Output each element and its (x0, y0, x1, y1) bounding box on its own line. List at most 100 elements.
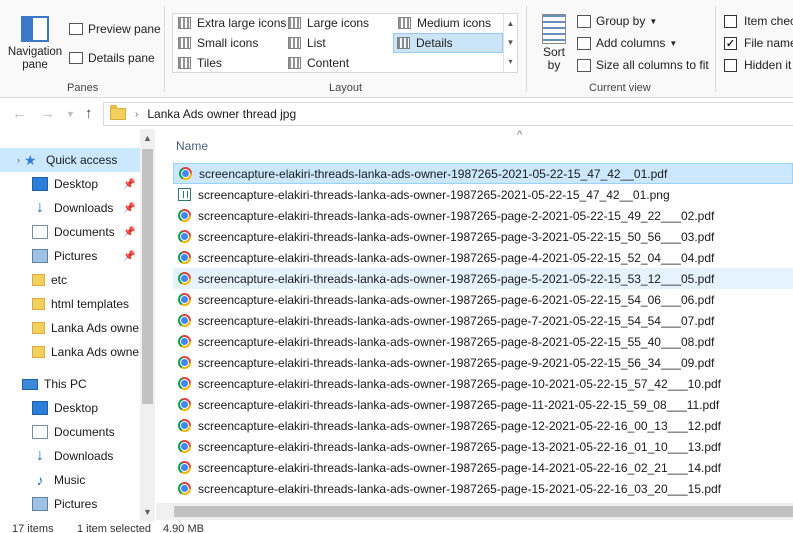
folder-icon (110, 105, 126, 120)
add-columns-button[interactable]: Add columns ▼ (577, 33, 677, 53)
nav-quick-lanka-ads-2[interactable]: Lanka Ads owne (0, 340, 140, 364)
file-row[interactable]: screencapture-elakiri-threads-lanka-ads-… (173, 415, 793, 436)
file-list-horizontal-scrollbar[interactable] (156, 503, 793, 520)
nav-pc-documents[interactable]: Documents (0, 420, 140, 444)
file-name: screencapture-elakiri-threads-lanka-ads-… (198, 313, 715, 328)
details-pane-button[interactable]: Details pane (69, 48, 155, 68)
size-columns-icon (577, 58, 591, 72)
dropdown-arrow-icon: ▼ (669, 38, 678, 48)
layout-item-label: Details (416, 36, 453, 50)
navigation-pane-button[interactable]: Navigation pane (6, 12, 64, 76)
nav-this-pc[interactable]: This PC (0, 372, 140, 396)
layout-tiles[interactable]: Tiles (175, 54, 225, 72)
status-size: 4.90 MB (163, 523, 204, 533)
file-row[interactable]: screencapture-elakiri-threads-lanka-ads-… (173, 205, 793, 226)
nav-quick-html-templates[interactable]: html templates (0, 292, 140, 316)
gallery-up-icon[interactable]: ▲ (504, 14, 517, 33)
downloads-icon: ↓ (36, 199, 44, 216)
desktop-icon (32, 177, 48, 191)
nav-quick-lanka-ads-1[interactable]: Lanka Ads owne (0, 316, 140, 340)
layout-medium-icons[interactable]: Medium icons (395, 14, 494, 32)
scroll-up-icon[interactable]: ▲ (140, 133, 155, 143)
chrome-pdf-icon (178, 272, 191, 285)
preview-pane-button[interactable]: Preview pane (69, 19, 161, 39)
scrollbar-thumb[interactable] (142, 149, 153, 404)
folder-icon (32, 322, 45, 334)
up-arrow-icon[interactable]: ↑ (85, 105, 93, 122)
file-row[interactable]: screencapture-elakiri-threads-lanka-ads-… (173, 268, 793, 289)
star-icon: ★ (24, 152, 37, 168)
address-field[interactable]: › Lanka Ads owner thread jpg (103, 102, 793, 126)
file-row[interactable]: screencapture-elakiri-threads-lanka-ads-… (173, 289, 793, 310)
file-row[interactable]: screencapture-elakiri-threads-lanka-ads-… (173, 163, 793, 184)
file-row[interactable]: screencapture-elakiri-threads-lanka-ads-… (173, 310, 793, 331)
layout-details[interactable]: Details (393, 33, 503, 53)
file-row[interactable]: screencapture-elakiri-threads-lanka-ads-… (173, 436, 793, 457)
layout-item-label: Tiles (197, 56, 222, 70)
size-all-columns-button[interactable]: Size all columns to fit (577, 55, 709, 75)
file-row[interactable]: screencapture-elakiri-threads-lanka-ads-… (173, 226, 793, 247)
status-item-count: 17 items (12, 523, 54, 533)
nav-item-label: Downloads (54, 201, 114, 215)
chrome-pdf-icon (178, 293, 191, 306)
breadcrumb-chevron-icon[interactable]: › (135, 109, 138, 120)
file-row[interactable]: screencapture-elakiri-threads-lanka-ads-… (173, 373, 793, 394)
panes-group-label: Panes (67, 82, 99, 94)
layout-content[interactable]: Content (285, 54, 352, 72)
file-row[interactable]: screencapture-elakiri-threads-lanka-ads-… (173, 184, 793, 205)
nav-pc-downloads[interactable]: ↓ Downloads (0, 444, 140, 468)
gallery-expand-icon[interactable]: ▾ (504, 52, 517, 71)
recent-locations-icon[interactable]: ▼ (66, 109, 75, 119)
breadcrumb-current-folder[interactable]: Lanka Ads owner thread jpg (147, 107, 296, 121)
scroll-down-icon[interactable]: ▼ (140, 507, 155, 517)
checkbox-checked-icon: ✓ (724, 36, 737, 50)
chrome-pdf-icon (178, 314, 191, 327)
nav-quick-documents[interactable]: Documents 📌 (0, 220, 140, 244)
nav-pc-pictures[interactable]: Pictures (0, 492, 140, 516)
address-bar-row: ← → ▼ ↑ › Lanka Ads owner thread jpg (0, 99, 793, 129)
file-row[interactable]: screencapture-elakiri-threads-lanka-ads-… (173, 331, 793, 352)
column-header-name[interactable]: Name (176, 139, 208, 153)
file-row[interactable]: screencapture-elakiri-threads-lanka-ads-… (173, 457, 793, 478)
nav-quick-etc[interactable]: etc (0, 268, 140, 292)
nav-quick-desktop[interactable]: Desktop 📌 (0, 172, 140, 196)
layout-small-icons[interactable]: Small icons (175, 34, 261, 52)
file-row[interactable]: screencapture-elakiri-threads-lanka-ads-… (173, 247, 793, 268)
pin-icon: 📌 (123, 202, 136, 214)
nav-pc-music[interactable]: ♪ Music (0, 468, 140, 492)
file-row[interactable]: screencapture-elakiri-threads-lanka-ads-… (173, 352, 793, 373)
group-by-button[interactable]: Group by ▼ (577, 11, 657, 31)
layout-list[interactable]: List (285, 34, 329, 52)
image-file-icon (178, 188, 191, 201)
file-name-extensions-toggle[interactable]: ✓ File name (724, 33, 793, 53)
layout-item-label: Large icons (307, 16, 370, 30)
file-name-extensions-label: File name (744, 36, 793, 50)
forward-arrow-icon[interactable]: → (40, 105, 55, 122)
back-arrow-icon[interactable]: ← (12, 105, 27, 122)
music-icon: ♪ (36, 472, 44, 488)
file-name: screencapture-elakiri-threads-lanka-ads-… (198, 208, 715, 223)
file-name: screencapture-elakiri-threads-lanka-ads-… (198, 292, 715, 307)
layout-extra-large-icons[interactable]: Extra large icons (175, 14, 289, 32)
gallery-down-icon[interactable]: ▼ (504, 33, 517, 52)
nav-pane-scrollbar[interactable]: ▲ ▼ (140, 129, 155, 523)
scrollbar-thumb[interactable] (174, 506, 793, 517)
chrome-pdf-icon (178, 335, 191, 348)
file-row[interactable]: screencapture-elakiri-threads-lanka-ads-… (173, 394, 793, 415)
group-by-icon (577, 14, 591, 28)
nav-pc-desktop[interactable]: Desktop (0, 396, 140, 420)
layout-item-label: Small icons (197, 36, 259, 50)
file-name: screencapture-elakiri-threads-lanka-ads-… (198, 397, 720, 412)
layout-large-icons[interactable]: Large icons (285, 14, 372, 32)
sort-by-button[interactable]: Sort by (538, 14, 570, 72)
item-check-boxes-toggle[interactable]: Item chec (724, 11, 793, 31)
ribbon-divider (715, 6, 716, 92)
chrome-pdf-icon (178, 356, 191, 369)
file-row[interactable]: screencapture-elakiri-threads-lanka-ads-… (173, 478, 793, 499)
hidden-items-toggle[interactable]: Hidden it (724, 55, 791, 75)
nav-item-label: Lanka Ads owne (51, 321, 140, 335)
collapse-chevron-icon[interactable]: › (0, 155, 20, 165)
nav-quick-access[interactable]: › ★ Quick access (0, 148, 140, 172)
nav-quick-pictures[interactable]: Pictures 📌 (0, 244, 140, 268)
nav-quick-downloads[interactable]: ↓ Downloads 📌 (0, 196, 140, 220)
